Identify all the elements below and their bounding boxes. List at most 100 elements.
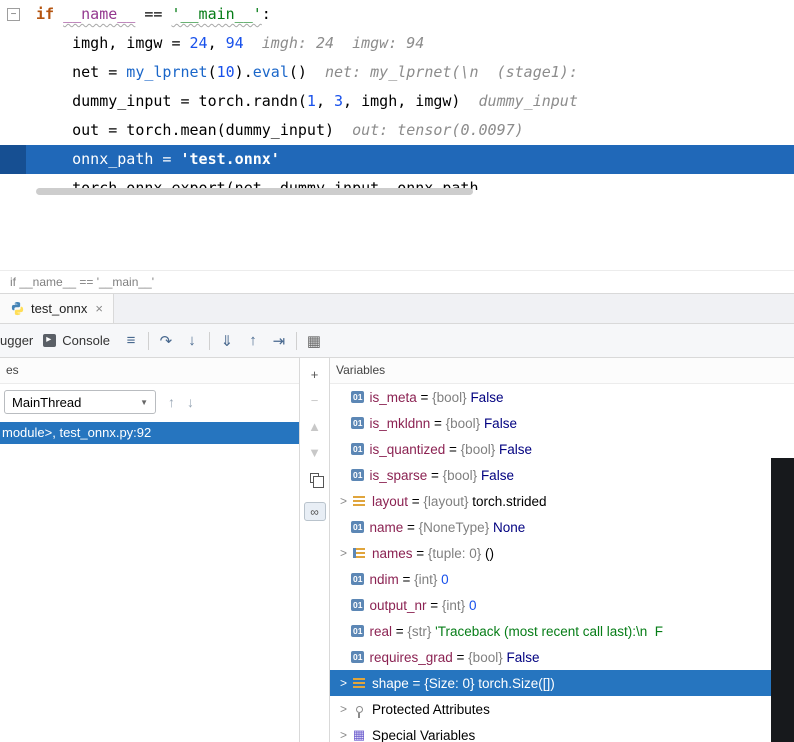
expand-chevron-icon[interactable]: > xyxy=(336,546,351,560)
code-token: dummy_input = torch.randn( xyxy=(72,92,307,110)
code-line[interactable]: onnx_path = 'test.onnx' xyxy=(0,145,794,174)
expand-chevron-icon[interactable]: > xyxy=(336,676,351,690)
code-token: ( xyxy=(207,63,217,81)
variable-row[interactable]: 01 is_meta = {bool} False xyxy=(330,384,794,410)
stack-frame-item[interactable]: module>, test_onnx.py:92 xyxy=(0,422,299,444)
variable-row[interactable]: > names = {tuple: 0} () xyxy=(330,540,794,566)
code-token: '__main__' xyxy=(171,5,262,23)
code-token: ). xyxy=(234,63,253,81)
variable-row[interactable]: 01 is_quantized = {bool} False xyxy=(330,436,794,462)
code-line[interactable]: imgh, imgw = 24, 94 imgh: 24 imgw: 94 xyxy=(0,29,794,58)
equals-sign: = xyxy=(430,415,446,431)
variable-row[interactable]: 01 real = {str} 'Traceback (most recent c… xyxy=(330,618,794,644)
breadcrumb[interactable]: if __name__ == '__main__' xyxy=(0,270,794,293)
variable-row[interactable]: > ▦ Special Variables xyxy=(330,722,794,742)
tab-console[interactable]: Console xyxy=(43,333,110,348)
move-up-icon[interactable]: ▲ xyxy=(306,418,324,434)
run-to-cursor-icon[interactable]: ⇥ xyxy=(268,332,290,350)
frames-header: es xyxy=(0,358,299,384)
fold-collapse-icon[interactable]: − xyxy=(7,8,20,21)
code-token: , xyxy=(207,34,226,52)
tab-test-onnx[interactable]: test_onnx × xyxy=(0,294,114,323)
variables-scrollbar[interactable] xyxy=(771,458,794,742)
code-token: , xyxy=(315,92,335,110)
variable-value: False xyxy=(498,441,532,457)
close-tab-icon[interactable]: × xyxy=(95,301,103,316)
primitive-icon: 01 xyxy=(351,572,365,586)
chevron-down-icon: ▼ xyxy=(140,397,148,407)
code-lines: − if __name__ == '__main__': imgh, imgw = … xyxy=(0,0,794,190)
equals-sign: = xyxy=(426,597,442,613)
primitive-icon: 01 xyxy=(351,650,365,664)
settings-lines-icon[interactable]: ≡ xyxy=(120,332,142,349)
variable-name: is_mkldnn xyxy=(369,415,431,431)
code-line[interactable]: dummy_input = torch.randn(1, 3, imgh, im… xyxy=(0,87,794,116)
variable-type: {Size: 0} xyxy=(424,675,479,691)
expand-chevron-icon[interactable]: > xyxy=(336,494,351,508)
equals-sign: = xyxy=(398,571,415,587)
breadcrumb-scope[interactable]: if __name__ == '__main__' xyxy=(10,275,154,289)
code-line[interactable]: net = my_lprnet(10).eval() net: my_lprne… xyxy=(0,58,794,87)
variable-name: is_meta xyxy=(369,389,417,405)
primitive-icon: 01 xyxy=(351,468,365,482)
code-token: my_lprnet xyxy=(126,63,208,81)
show-watches-icon[interactable]: ∞ xyxy=(303,502,326,521)
code-line-text: net = my_lprnet(10).eval() net: my_lprne… xyxy=(72,58,578,87)
expand-chevron-icon[interactable]: > xyxy=(336,728,351,742)
step-into-icon[interactable]: ↓ xyxy=(181,332,203,349)
variable-row[interactable]: > shape = {Size: 0} torch.Size([]) xyxy=(330,670,794,696)
thread-selector[interactable]: MainThread ▼ xyxy=(4,390,156,414)
code-line[interactable]: out = torch.mean(dummy_input) out: tenso… xyxy=(0,116,794,145)
tab-debugger[interactable]: ugger xyxy=(0,333,33,348)
pycharm-debug-window: − if __name__ == '__main__': imgh, imgw = … xyxy=(0,0,794,742)
frame-up-icon[interactable]: ↑ xyxy=(168,394,175,410)
move-down-icon[interactable]: ▼ xyxy=(306,444,324,460)
primitive-icon: 01 xyxy=(351,598,365,612)
code-editor[interactable]: − if __name__ == '__main__': imgh, imgw = … xyxy=(0,0,794,270)
variable-type: {bool} xyxy=(460,441,499,457)
expand-chevron-icon[interactable]: > xyxy=(336,702,351,716)
variable-value: 0 xyxy=(441,571,449,587)
variable-row[interactable]: 01 output_nr = {int} 0 xyxy=(330,592,794,618)
frame-down-icon[interactable]: ↓ xyxy=(187,394,194,410)
copy-glyph xyxy=(310,473,324,488)
list-shape xyxy=(353,678,365,688)
thread-row: MainThread ▼ ↑ ↓ xyxy=(0,384,299,414)
variable-name: names xyxy=(372,545,413,561)
variable-row[interactable]: > Protected Attributes xyxy=(330,696,794,722)
toolbar-separator xyxy=(208,331,210,350)
variable-row[interactable]: 01 is_mkldnn = {bool} False xyxy=(330,410,794,436)
equals-sign: = xyxy=(408,675,425,691)
remove-watch-icon[interactable]: − xyxy=(306,392,324,408)
variable-row[interactable]: 01 is_sparse = {bool} False xyxy=(330,462,794,488)
add-watch-icon[interactable]: + xyxy=(306,366,324,382)
editor-horizontal-scrollbar[interactable] xyxy=(0,186,794,196)
force-step-into-icon[interactable]: ⇓ xyxy=(216,332,238,350)
equals-sign: = xyxy=(412,545,428,561)
step-over-icon[interactable]: ↷ xyxy=(155,332,177,350)
code-token: , imgh, imgw) xyxy=(343,92,461,110)
code-line[interactable]: − if __name__ == '__main__': xyxy=(0,0,794,29)
variable-row[interactable]: 01 name = {NoneType} None xyxy=(330,514,794,540)
view-breakpoints-icon[interactable]: ▦ xyxy=(303,332,325,350)
frames-panel: es MainThread ▼ ↑ ↓ module>, test_onnx.p… xyxy=(0,358,300,742)
step-out-icon[interactable]: ↑ xyxy=(242,332,264,349)
code-line-text: dummy_input = torch.randn(1, 3, imgh, im… xyxy=(72,87,578,116)
variable-row[interactable]: 01 ndim = {int} 0 xyxy=(330,566,794,592)
equals-sign: = xyxy=(403,519,419,535)
variable-row[interactable]: > layout = {layout} torch.strided xyxy=(330,488,794,514)
variable-row[interactable]: 01 requires_grad = {bool} False xyxy=(330,644,794,670)
code-token: dummy_input xyxy=(460,92,578,110)
code-token: if xyxy=(36,5,64,23)
primitive-icon: 01 xyxy=(351,520,365,534)
debug-step-actions: ≡ ↷ ↓ ⇓ ↑ ⇥ ▦ xyxy=(120,331,325,350)
scrollbar-thumb[interactable] xyxy=(36,188,473,195)
console-tab-label: Console xyxy=(62,333,110,348)
variable-value: torch.strided xyxy=(472,493,547,509)
code-token: == xyxy=(135,5,172,23)
code-token: out = torch.mean(dummy_input) xyxy=(72,121,335,139)
copy-icon[interactable] xyxy=(306,470,324,488)
